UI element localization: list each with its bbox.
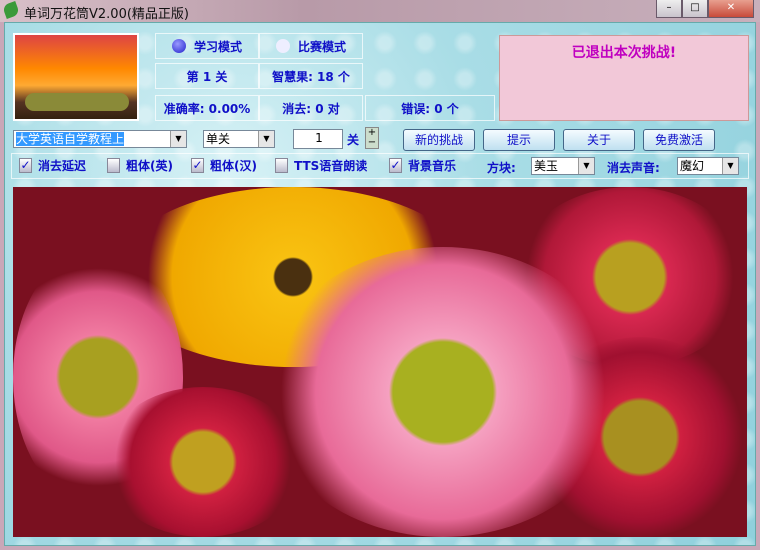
checkbox-label: 粗体(英) bbox=[126, 159, 173, 173]
range-select[interactable]: 单关 ▼ bbox=[203, 130, 275, 148]
cleared-display: 消去: 0 对 bbox=[259, 95, 363, 121]
level-display: 第 1 关 bbox=[155, 63, 259, 89]
accuracy-display: 准确率: 0.00% bbox=[155, 95, 259, 121]
sound-select[interactable]: 魔幻 ▼ bbox=[677, 157, 739, 175]
main-panel: 学习模式 比赛模式 第 1 关 智慧果: 18 个 准确率: 0.00% 消去:… bbox=[4, 22, 756, 546]
chevron-down-icon: ▼ bbox=[578, 158, 594, 174]
select-value: 大学英语自学教程上 bbox=[16, 132, 125, 146]
close-button[interactable]: ✕ bbox=[708, 0, 754, 18]
new-challenge-button[interactable]: 新的挑战 bbox=[403, 129, 475, 151]
checkbox-icon: ✓ bbox=[19, 158, 32, 173]
checkbox-bold-chinese[interactable]: ✓ 粗体(汉) bbox=[191, 157, 257, 174]
select-value: 魔幻 bbox=[680, 159, 705, 173]
title-bar: 单词万花筒V2.00(精品正版) – □ ✕ bbox=[0, 0, 760, 22]
activate-button[interactable]: 免费激活 bbox=[643, 129, 715, 151]
checkbox-label: 粗体(汉) bbox=[210, 159, 257, 173]
progress-bar bbox=[25, 93, 129, 111]
checkbox-icon: ✓ bbox=[191, 158, 204, 173]
select-value: 单关 bbox=[206, 132, 231, 146]
level-down-button[interactable]: − bbox=[366, 138, 378, 148]
chevron-down-icon: ▼ bbox=[170, 131, 186, 147]
chevron-down-icon: ▼ bbox=[258, 131, 274, 147]
radio-selected-icon bbox=[171, 39, 186, 53]
radio-label: 学习模式 bbox=[193, 39, 242, 54]
scene-thumbnail bbox=[13, 33, 139, 121]
status-message: 已退出本次挑战! bbox=[499, 35, 749, 121]
leaf-app-icon bbox=[2, 1, 20, 19]
minimize-button[interactable]: – bbox=[656, 0, 682, 18]
select-value: 美玉 bbox=[534, 159, 559, 173]
checkbox-label: TTS语音朗读 bbox=[294, 159, 368, 173]
window-title: 单词万花筒V2.00(精品正版) bbox=[24, 7, 189, 22]
checkbox-bg-music[interactable]: ✓ 背景音乐 bbox=[389, 157, 456, 174]
level-unit: 关 bbox=[347, 133, 360, 147]
checkbox-icon bbox=[107, 158, 120, 173]
errors-display: 错误: 0 个 bbox=[365, 95, 495, 121]
checkbox-tts[interactable]: TTS语音朗读 bbox=[275, 157, 367, 174]
fruits-display: 智慧果: 18 个 bbox=[259, 63, 363, 89]
checkbox-icon: ✓ bbox=[389, 158, 402, 173]
chevron-down-icon: ▼ bbox=[722, 158, 738, 174]
book-select[interactable]: 大学英语自学教程上 ▼ bbox=[13, 130, 187, 148]
checkbox-label: 消去延迟 bbox=[38, 159, 87, 173]
radio-label: 比赛模式 bbox=[297, 39, 346, 54]
checkbox-icon bbox=[275, 158, 288, 173]
level-stepper: + − bbox=[365, 127, 379, 149]
block-label: 方块: bbox=[487, 161, 516, 175]
checkbox-clear-delay[interactable]: ✓ 消去延迟 bbox=[19, 157, 86, 174]
game-board-image[interactable] bbox=[13, 187, 747, 537]
checkbox-label: 背景音乐 bbox=[408, 159, 457, 173]
pink-flower bbox=[263, 247, 623, 537]
block-select[interactable]: 美玉 ▼ bbox=[531, 157, 595, 175]
radio-contest-mode[interactable]: 比赛模式 bbox=[259, 33, 363, 59]
checkbox-bold-english[interactable]: 粗体(英) bbox=[107, 157, 173, 174]
hint-button[interactable]: 提示 bbox=[483, 129, 555, 151]
radio-unselected-icon bbox=[275, 39, 290, 53]
level-input[interactable]: 1 bbox=[293, 129, 343, 149]
radio-study-mode[interactable]: 学习模式 bbox=[155, 33, 259, 59]
sound-label: 消去声音: bbox=[607, 161, 660, 175]
about-button[interactable]: 关于 bbox=[563, 129, 635, 151]
maximize-button[interactable]: □ bbox=[682, 0, 708, 18]
